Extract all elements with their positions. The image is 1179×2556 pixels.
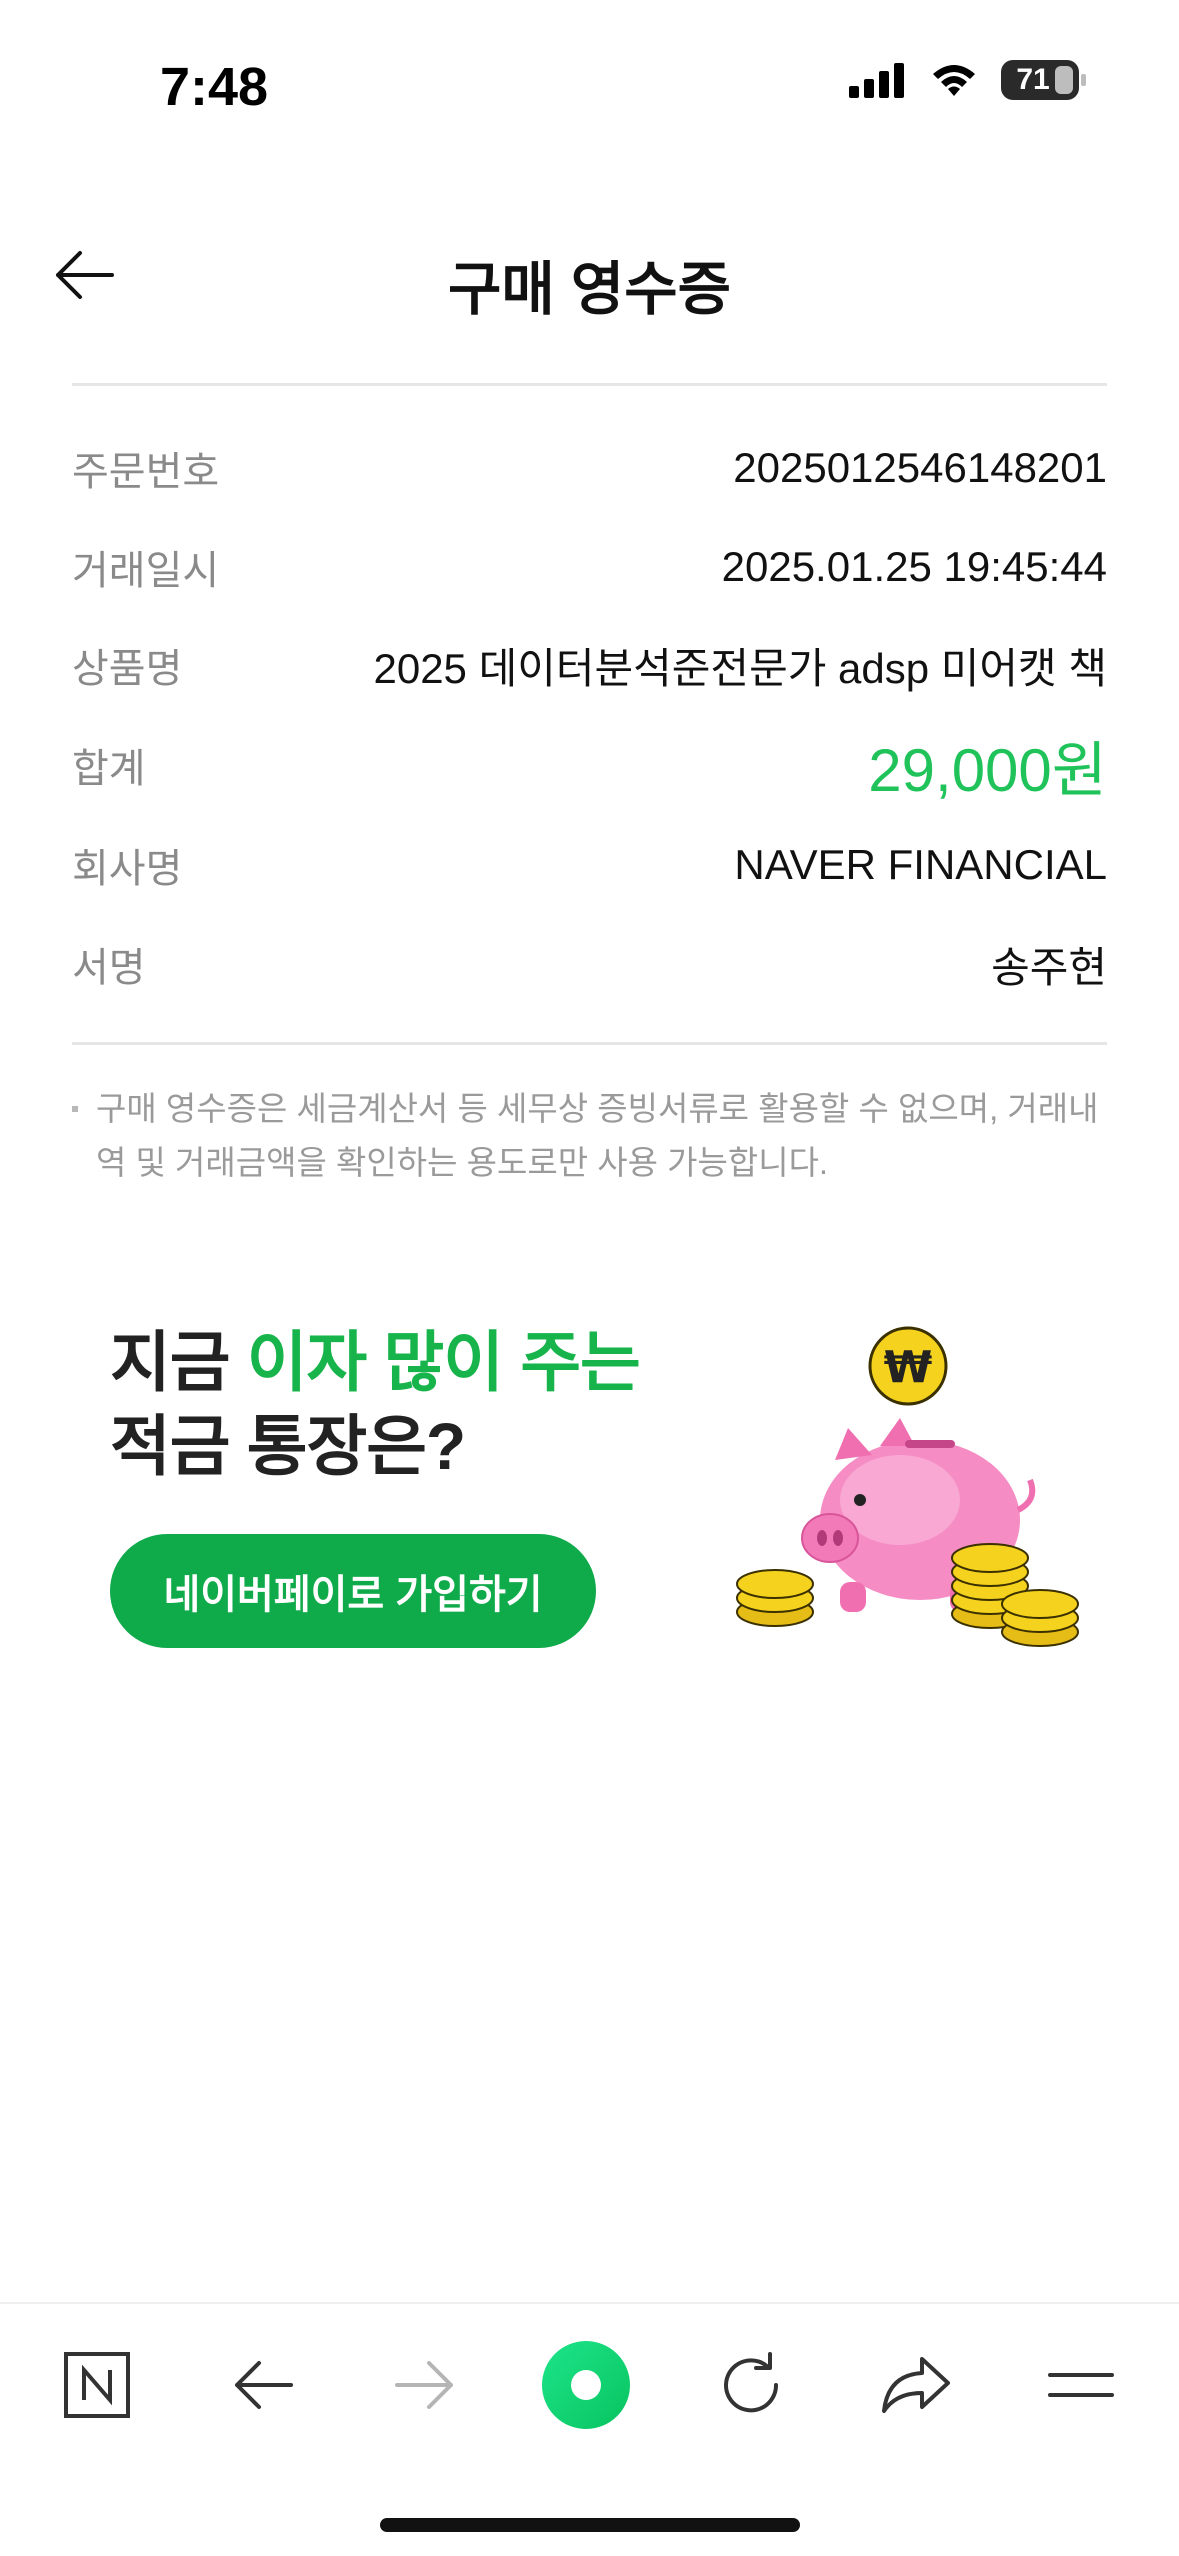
receipt-notice: 구매 영수증은 세금계산서 등 세무상 증빙서류로 활용할 수 없으며, 거래내… [72, 1082, 1107, 1190]
order-number-label: 주문번호 [72, 450, 220, 494]
receipt-row-company: 회사명 NAVER FINANCIAL [72, 830, 1107, 900]
header-divider [72, 383, 1107, 386]
reload-icon [724, 2352, 779, 2413]
banner-headline-plain: 지금 [110, 1325, 247, 1399]
order-number-value: 2025012546148201 [733, 444, 1107, 491]
total-label: 합계 [72, 747, 146, 791]
receipt-row-order-number: 주문번호 2025012546148201 [72, 433, 1107, 503]
receipt-divider [72, 1042, 1107, 1045]
signature-value: 송주현 [991, 943, 1107, 991]
company-value: NAVER FINANCIAL [734, 841, 1107, 888]
savings-banner[interactable]: 지금 이자 많이 주는 적금 통장은? 네이버페이로 가입하기 ₩ [110, 1320, 1080, 1660]
signal-icon [849, 63, 904, 98]
share-icon [882, 2357, 950, 2413]
share-button[interactable] [871, 2340, 961, 2430]
receipt-row-product: 상품명 2025 데이터분석준전문가 adsp 미어캣 책 [72, 630, 1107, 700]
browser-toolbar [0, 2302, 1179, 2464]
receipt-row-total: 합계 29,000원 [72, 725, 1107, 805]
naver-home-icon [64, 2352, 130, 2418]
status-time: 7:48 [160, 57, 269, 117]
total-value: 29,000원 [868, 736, 1107, 804]
product-value: 2025 데이터분석준전문가 adsp 미어캣 책 [373, 644, 1107, 692]
status-bar: 7:48 71 [0, 0, 1179, 150]
home-indicator[interactable] [380, 2518, 800, 2532]
naver-home-button[interactable] [52, 2340, 142, 2430]
product-label: 상품명 [72, 647, 183, 691]
notice-text: 구매 영수증은 세금계산서 등 세무상 증빙서류로 활용할 수 없으며, 거래내… [96, 1090, 1099, 1181]
header: 구매 영수증 [0, 220, 1179, 330]
datetime-label: 거래일시 [72, 549, 220, 593]
toolbar-back-button[interactable] [218, 2340, 308, 2430]
receipt-row-signature: 서명 송주현 [72, 929, 1107, 999]
banner-headline-highlight: 이자 많이 주는 [246, 1325, 641, 1399]
toolbar-forward-button[interactable] [380, 2340, 470, 2430]
page-title: 구매 영수증 [448, 257, 731, 322]
green-dot-icon [542, 2341, 630, 2429]
menu-icon [1048, 2373, 1114, 2397]
green-dot-button[interactable] [541, 2340, 631, 2430]
battery-level: 71 [1016, 63, 1050, 96]
datetime-value: 2025.01.25 19:45:44 [721, 543, 1107, 590]
wifi-icon [933, 65, 975, 96]
status-icons: 71 [847, 60, 1086, 100]
forward-arrow-icon [395, 2361, 453, 2409]
won-coin-symbol: ₩ [884, 1342, 933, 1393]
menu-button[interactable] [1036, 2340, 1126, 2430]
piggy-bank-icon: ₩ [736, 1326, 1079, 1647]
receipt-row-datetime: 거래일시 2025.01.25 19:45:44 [72, 532, 1107, 602]
notice-bullet [72, 1106, 78, 1112]
back-arrow-icon [235, 2361, 293, 2409]
signature-label: 서명 [72, 946, 146, 990]
reload-button[interactable] [706, 2340, 796, 2430]
company-label: 회사명 [72, 847, 183, 891]
join-naverpay-button[interactable]: 네이버페이로 가입하기 [110, 1534, 596, 1648]
battery-icon: 71 [1001, 60, 1086, 100]
